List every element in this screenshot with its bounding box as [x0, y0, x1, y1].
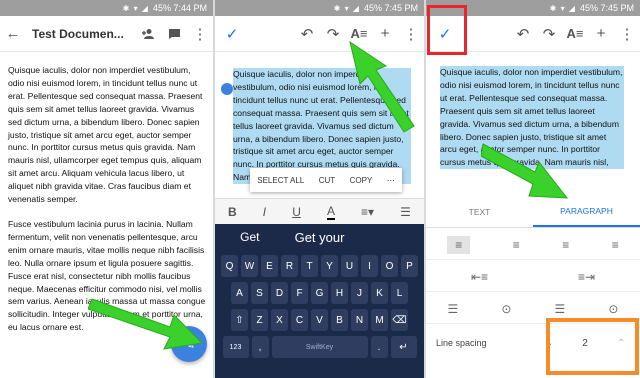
- panel-document-view: ✱ ▾ ◢ 45% 7:44 PM ← Test Documen... ⋮ Qu…: [0, 0, 213, 378]
- key-c[interactable]: C: [291, 309, 308, 331]
- key-w[interactable]: W: [241, 255, 258, 277]
- add-person-icon[interactable]: [135, 21, 161, 47]
- suggestion-bar: Get Get your: [215, 224, 424, 250]
- selection-handle[interactable]: [221, 83, 233, 95]
- redo-icon[interactable]: ↷: [536, 21, 562, 47]
- comma-key[interactable]: ,: [251, 336, 269, 358]
- green-arrow-annotation: [481, 143, 569, 199]
- key-r[interactable]: R: [281, 255, 298, 277]
- back-arrow-icon[interactable]: ←: [0, 21, 26, 47]
- list-icon[interactable]: ☰: [400, 205, 411, 219]
- key-p[interactable]: P: [401, 255, 418, 277]
- numbered-list-icon[interactable]: ☰: [555, 302, 566, 316]
- doc-toolbar: ← Test Documen... ⋮: [0, 16, 213, 52]
- decrease-indent-icon[interactable]: ⇤≡: [471, 270, 488, 284]
- shift-key[interactable]: ⇧: [231, 309, 248, 331]
- align-icon[interactable]: ≡▾: [361, 205, 374, 219]
- text-selection-menu: SELECT ALL CUT COPY ⋯: [250, 168, 402, 192]
- key-a[interactable]: A: [231, 282, 248, 304]
- align-right-icon[interactable]: ≡: [562, 238, 569, 252]
- align-center-icon[interactable]: ≡: [513, 238, 520, 252]
- text-color-icon[interactable]: A: [326, 204, 335, 220]
- align-left-icon[interactable]: ≡: [447, 235, 471, 254]
- status-icons: ✱ ▾ ◢: [549, 3, 576, 13]
- period-key[interactable]: .: [370, 336, 388, 358]
- status-icons: ✱ ▾ ◢: [333, 3, 360, 13]
- line-spacing-label: Line spacing: [436, 338, 487, 348]
- more-vert-icon[interactable]: ⋮: [614, 21, 640, 47]
- enter-key[interactable]: ↵: [390, 336, 417, 358]
- key-z[interactable]: Z: [251, 309, 268, 331]
- key-j[interactable]: J: [351, 282, 368, 304]
- comment-icon[interactable]: [161, 21, 187, 47]
- underline-icon[interactable]: U: [292, 205, 301, 219]
- key-l[interactable]: L: [391, 282, 408, 304]
- key-g[interactable]: G: [311, 282, 328, 304]
- key-s[interactable]: S: [251, 282, 268, 304]
- keyboard-row-4: 123 , SwiftKey . ↵: [215, 336, 424, 358]
- copy-button[interactable]: COPY: [350, 176, 373, 185]
- panel-edit-mode: ✱ ▾ ◢ 45% 7:45 PM ✓ ↶ ↷ A≡ + ⋮ Quisque i…: [215, 0, 424, 378]
- key-e[interactable]: E: [261, 255, 278, 277]
- status-time: 45% 7:45 PM: [579, 3, 634, 13]
- space-bar[interactable]: SwiftKey: [271, 336, 368, 358]
- alignment-row: ≡ ≡ ≡ ≡: [426, 230, 640, 260]
- status-time: 45% 7:45 PM: [363, 3, 418, 13]
- swiftkey-keyboard: Get Get your QWERTYUIOP ASDFGHJKL ⇧ ZXCV…: [215, 224, 424, 378]
- orange-highlight-box: [546, 318, 639, 375]
- paragraph-1: Quisque iaculis, dolor non imperdiet ves…: [8, 65, 203, 205]
- format-bar: B I U A ≡▾ ☰: [215, 198, 424, 224]
- key-q[interactable]: Q: [221, 255, 238, 277]
- list-option-icon[interactable]: ⊙: [501, 302, 511, 316]
- numbers-key[interactable]: 123: [222, 336, 249, 358]
- keyboard-row-1: QWERTYUIOP: [215, 255, 424, 277]
- key-b[interactable]: B: [331, 309, 348, 331]
- more-vert-icon[interactable]: ⋮: [187, 21, 213, 47]
- key-k[interactable]: K: [371, 282, 388, 304]
- indent-row: ⇤≡ ≡⇥: [426, 262, 640, 292]
- green-arrow-annotation: [349, 40, 415, 133]
- status-bar: ✱ ▾ ◢ 45% 7:45 PM: [215, 0, 424, 16]
- key-u[interactable]: U: [341, 255, 358, 277]
- checkmark-icon[interactable]: ✓: [219, 21, 245, 47]
- keyboard-row-2: ASDFGHJKL: [215, 282, 424, 304]
- bulleted-list-icon[interactable]: ☰: [448, 302, 459, 316]
- bold-icon[interactable]: B: [228, 205, 237, 219]
- align-justify-icon[interactable]: ≡: [612, 238, 619, 252]
- green-arrow-annotation: [88, 298, 204, 350]
- insert-plus-icon[interactable]: +: [588, 21, 614, 47]
- undo-icon[interactable]: ↶: [510, 21, 536, 47]
- text-format-icon[interactable]: A≡: [562, 21, 588, 47]
- key-m[interactable]: M: [371, 309, 388, 331]
- key-d[interactable]: D: [271, 282, 288, 304]
- key-h[interactable]: H: [331, 282, 348, 304]
- key-f[interactable]: F: [291, 282, 308, 304]
- select-all-button[interactable]: SELECT ALL: [257, 176, 304, 185]
- red-highlight-box: [427, 5, 467, 55]
- italic-icon[interactable]: I: [263, 205, 266, 219]
- cut-button[interactable]: CUT: [319, 176, 335, 185]
- status-time: 45% 7:44 PM: [152, 3, 207, 13]
- more-options-icon[interactable]: ⋯: [387, 176, 395, 185]
- backspace-key[interactable]: ⌫: [391, 309, 408, 331]
- status-icons: ✱ ▾ ◢: [122, 3, 149, 13]
- document-title: Test Documen...: [32, 26, 124, 41]
- status-bar: ✱ ▾ ◢ 45% 7:44 PM: [0, 0, 213, 16]
- key-v[interactable]: V: [311, 309, 328, 331]
- key-t[interactable]: T: [301, 255, 318, 277]
- key-n[interactable]: N: [351, 309, 368, 331]
- key-x[interactable]: X: [271, 309, 288, 331]
- keyboard-row-3: ⇧ ZXCVBNM ⌫: [215, 309, 424, 331]
- screenshot-composite: ✱ ▾ ◢ 45% 7:44 PM ← Test Documen... ⋮ Qu…: [0, 0, 640, 378]
- key-i[interactable]: I: [361, 255, 378, 277]
- suggestion-left[interactable]: Get: [215, 230, 285, 244]
- key-y[interactable]: Y: [321, 255, 338, 277]
- undo-icon[interactable]: ↶: [294, 21, 320, 47]
- key-o[interactable]: O: [381, 255, 398, 277]
- list-option-2-icon[interactable]: ⊙: [608, 302, 618, 316]
- increase-indent-icon[interactable]: ≡⇥: [578, 270, 595, 284]
- suggestion-middle[interactable]: Get your: [285, 230, 355, 245]
